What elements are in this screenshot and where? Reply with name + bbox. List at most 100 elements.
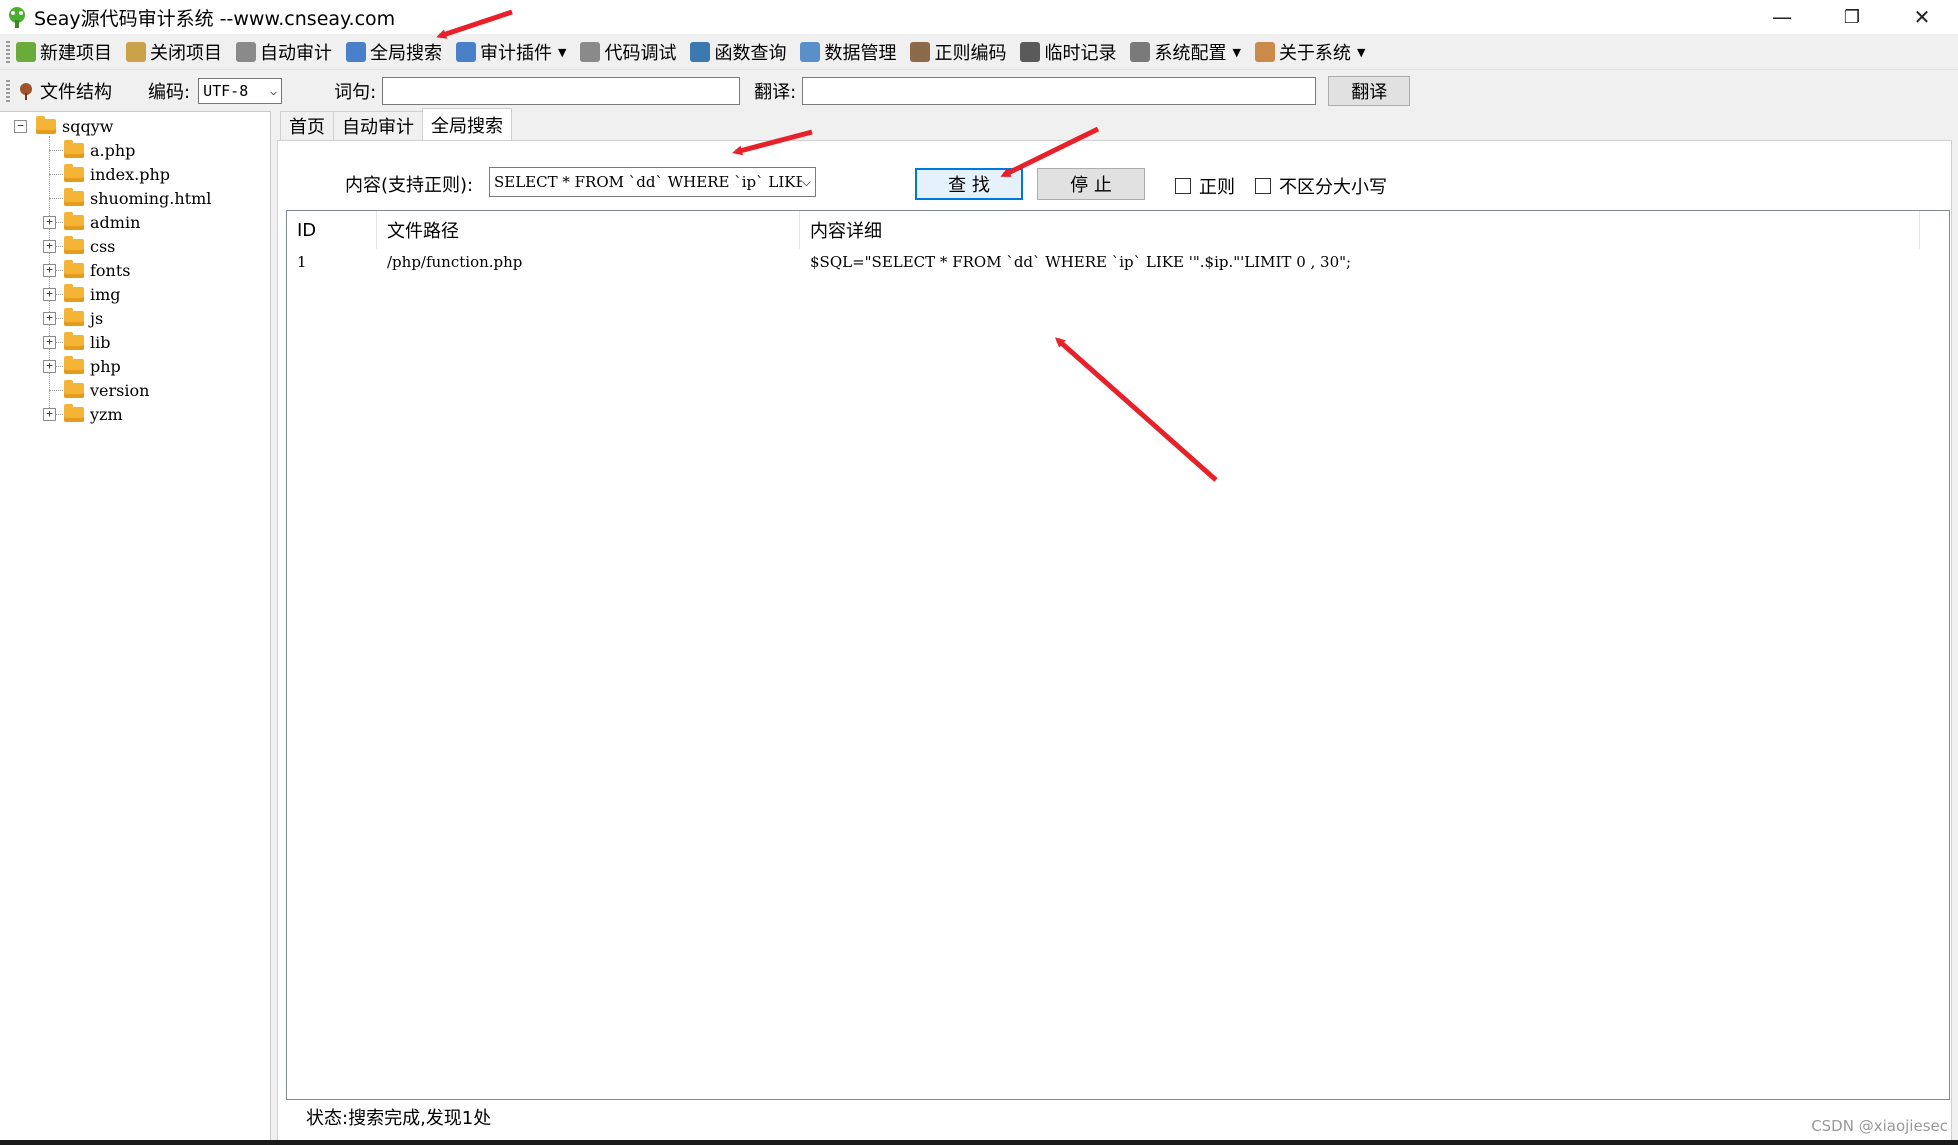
tab-1[interactable]: 自动审计 (333, 111, 423, 140)
folder-icon (64, 403, 84, 422)
tree-guide-line (49, 198, 65, 199)
tree-item-label: shuoming.html (90, 188, 212, 208)
tree-item-label: img (90, 284, 121, 304)
expand-icon[interactable]: + (43, 336, 56, 349)
toolbar-grip[interactable] (6, 41, 10, 63)
tab-0[interactable]: 首页 (280, 111, 334, 140)
translate-button[interactable]: 翻译 (1328, 76, 1411, 106)
function-search-icon (690, 42, 711, 62)
tree-item[interactable]: a.php (64, 138, 135, 162)
toolbar-item-2[interactable]: 自动审计 (236, 39, 332, 65)
case-checkbox-label: 不区分大小写 (1279, 177, 1387, 198)
toolbar-item-1[interactable]: 关闭项目 (126, 39, 222, 65)
folder-icon (64, 283, 84, 302)
result-path: /php/function.php (387, 253, 523, 271)
table-row[interactable]: 1 /php/function.php $SQL="SELECT * FROM … (287, 249, 1949, 275)
toolbar-item-7[interactable]: 数据管理 (800, 39, 896, 65)
column-header-path[interactable]: 文件路径 (377, 211, 800, 249)
toolbar-item-11[interactable]: 关于系统 ▼ (1254, 39, 1365, 65)
search-query-combobox[interactable]: SELECT * FROM `dd` WHERE `ip` LIKE ⌵ (489, 167, 816, 197)
tree-item[interactable]: yzm (64, 402, 123, 426)
global-search-icon (346, 42, 366, 62)
folder-icon (64, 163, 84, 182)
tree-item[interactable]: version (64, 378, 149, 402)
toolbar-item-3[interactable]: 全局搜索 (346, 39, 442, 65)
toolbar-item-9[interactable]: 临时记录 (1020, 39, 1116, 65)
window-title: Seay源代码审计系统 --www.cnseay.com (34, 7, 396, 30)
folder-icon (64, 331, 84, 350)
tree-item[interactable]: admin (64, 210, 140, 234)
expand-icon[interactable]: + (43, 216, 56, 229)
column-header-detail[interactable]: 内容详细 (800, 211, 1920, 249)
collapse-icon[interactable]: − (14, 120, 27, 133)
tree-item[interactable]: index.php (64, 162, 170, 186)
app-logo-icon (9, 7, 25, 28)
word-label: 词句: (334, 82, 377, 103)
folder-icon (64, 307, 84, 326)
tree-item[interactable]: shuoming.html (64, 186, 211, 210)
tree-item-label: css (90, 236, 116, 256)
tree-root[interactable]: sqqyw (36, 114, 113, 138)
plugin-icon (456, 42, 476, 62)
tree-item-label: index.php (90, 164, 171, 184)
toolbar-item-6[interactable]: 函数查询 (690, 39, 786, 65)
expand-icon[interactable]: + (43, 312, 56, 325)
expand-icon[interactable]: + (43, 408, 56, 421)
tree-item[interactable]: css (64, 234, 115, 258)
column-header-id[interactable]: ID (287, 211, 377, 249)
expand-icon[interactable]: + (43, 288, 56, 301)
minimize-button[interactable]: — (1752, 0, 1812, 34)
toolbar-item-8[interactable]: 正则编码 (910, 39, 1006, 65)
tab-2[interactable]: 全局搜索 (422, 108, 512, 140)
toolbar-item-0[interactable]: 新建项目 (16, 39, 112, 65)
translate-input[interactable] (802, 77, 1317, 105)
encoding-select[interactable]: UTF-8 ⌵ (198, 78, 283, 104)
toolbar-item-10[interactable]: 系统配置 ▼ (1130, 39, 1241, 65)
toolbar-item-5[interactable]: 代码调试 (580, 39, 676, 65)
watermark: CSDN @xiaojiesec (1811, 1117, 1948, 1135)
expand-icon[interactable]: + (43, 360, 56, 373)
toolbar-item-label: 系统配置 (1154, 43, 1227, 64)
result-id: 1 (297, 253, 307, 271)
dropdown-caret-icon[interactable]: ▼ (1357, 46, 1365, 59)
toolbar-item-label: 全局搜索 (370, 43, 442, 64)
case-checkbox-group[interactable]: 不区分大小写 (1255, 173, 1387, 199)
case-insensitive-checkbox[interactable] (1255, 178, 1271, 194)
stop-button[interactable]: 停 止 (1037, 168, 1145, 200)
regex-checkbox[interactable] (1175, 178, 1191, 194)
tree-item[interactable]: lib (64, 330, 110, 354)
regex-checkbox-group[interactable]: 正则 (1175, 173, 1235, 199)
restore-button[interactable]: ❐ (1822, 0, 1882, 34)
folder-icon (64, 211, 84, 230)
tree-item[interactable]: img (64, 282, 121, 306)
bottom-edge (0, 1140, 1958, 1145)
results-header: ID 文件路径 内容详细 (287, 211, 1949, 249)
close-button[interactable]: ✕ (1892, 0, 1952, 34)
dropdown-caret-icon[interactable]: ▼ (558, 46, 566, 59)
tree-item-label: js (90, 308, 104, 328)
file-structure-button[interactable]: 文件结构 (16, 78, 112, 104)
tree-item[interactable]: php (64, 354, 121, 378)
find-button[interactable]: 查 找 (915, 168, 1023, 200)
translate-label: 翻译: (754, 82, 797, 103)
expand-icon[interactable]: + (43, 264, 56, 277)
search-content-label: 内容(支持正则): (345, 175, 474, 196)
tree-item-label: sqqyw (62, 116, 114, 136)
toolbar-item-label: 关于系统 (1278, 43, 1351, 64)
search-results-list[interactable]: ID 文件路径 内容详细 1 /php/function.php $SQL="S… (286, 210, 1950, 1100)
expand-icon[interactable]: + (43, 240, 56, 253)
toolbar-item-label: 新建项目 (40, 43, 112, 64)
tree-item-label: admin (90, 212, 141, 232)
word-input[interactable] (382, 77, 741, 105)
tree-guide-line (49, 390, 65, 391)
tree-item[interactable]: js (64, 306, 103, 330)
toolbar2-grip[interactable] (6, 80, 10, 102)
secondary-toolbar: 文件结构 编码: UTF-8 ⌵ 词句: 翻译: 翻译 (0, 71, 1958, 111)
file-tree: − sqqyw a.php index.php shuoming.html + admin +… (0, 111, 271, 1143)
dropdown-caret-icon[interactable]: ▼ (1232, 46, 1240, 59)
encoding-label: 编码: (148, 82, 191, 103)
close-project-icon (126, 42, 146, 62)
toolbar-item-4[interactable]: 审计插件 ▼ (456, 39, 566, 65)
toolbar-item-label: 代码调试 (604, 43, 677, 64)
tree-item[interactable]: fonts (64, 258, 131, 282)
